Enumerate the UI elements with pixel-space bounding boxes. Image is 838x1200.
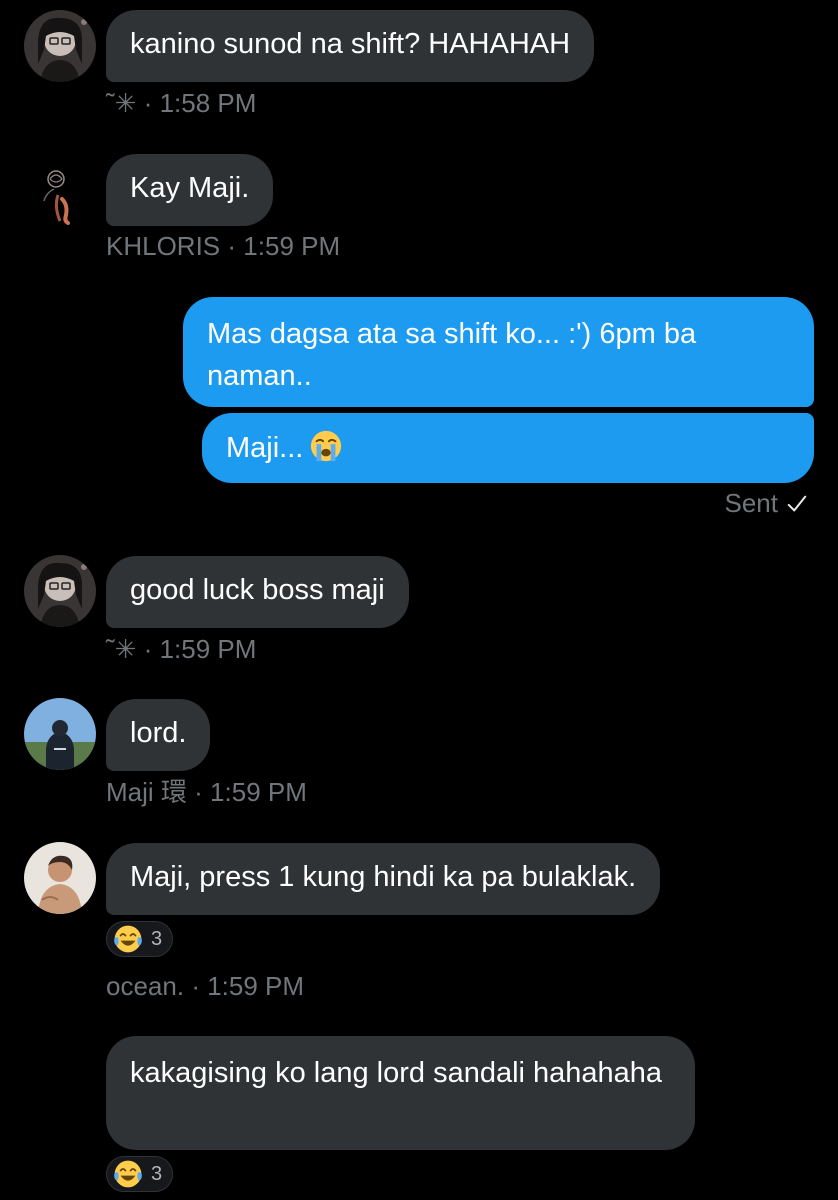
avatar-anime-icon [24,10,96,82]
message-meta: ˜✳ · 1:58 PM [106,88,256,118]
avatar-sender-4[interactable] [24,842,96,914]
message-text: good luck boss maji [130,574,385,606]
message-text: Kay Maji. [130,172,250,204]
reaction-chip[interactable]: 3 [106,921,174,957]
message-bubble[interactable]: good luck boss maji [106,556,409,628]
message-time: 1:59 PM [210,777,307,807]
avatar-sender-2[interactable] [24,155,96,227]
avatar-sender-1[interactable] [24,555,96,627]
reaction-chip[interactable]: 3 [106,1156,174,1192]
message-bubble[interactable]: Maji, press 1 kung hindi ka pa bulaklak. [106,843,661,915]
message-bubble[interactable]: kanino sunod na shift? HAHAHAH [106,10,595,82]
message-time: 1:59 PM [159,634,257,664]
avatar-sender-3[interactable] [24,698,96,770]
outgoing-message-bubble[interactable]: Maji... [202,413,814,483]
sender-name: ˜✳ [106,88,137,118]
loudly-crying-face-icon [309,429,343,463]
face-with-tears-of-joy-icon [113,924,143,954]
message-text: Maji... [226,432,304,464]
separator-dot: · [194,777,203,807]
sender-name: KHLORIS [106,231,221,261]
message-time: 1:59 PM [243,231,341,261]
separator-dot: · [227,231,237,261]
separator-dot: · [191,971,200,1001]
message-time: 1:58 PM [159,88,257,118]
separator-dot: · [143,634,153,664]
message-bubble[interactable]: kakagising ko lang lord sandali hahahaha [106,1036,695,1150]
separator-dot: · [143,88,153,118]
message-text: Mas dagsa ata sa shift ko... :') 6pm ba … [207,318,697,392]
avatar-rose-icon [24,155,96,227]
face-with-tears-of-joy-icon [113,1159,143,1189]
sender-name: ˜✳ [106,634,137,664]
avatar-person-icon [24,842,96,914]
sent-status: Sent [725,488,809,519]
outgoing-message-bubble[interactable]: Mas dagsa ata sa shift ko... :') 6pm ba … [183,297,814,407]
sender-name: Maji 環 [106,777,187,807]
message-time: 1:59 PM [207,971,305,1001]
avatar-anime-icon [24,555,96,627]
message-meta: ˜✳ · 1:59 PM [106,634,256,664]
sender-name: ocean. [106,971,185,1001]
message-text: kanino sunod na shift? HAHAHAH [130,28,571,60]
avatar-landscape-icon [24,698,96,770]
message-text: lord. [130,717,187,749]
checkmark-icon [786,493,808,515]
reaction-count: 3 [151,927,163,950]
message-text: Maji, press 1 kung hindi ka pa bulaklak. [130,861,637,893]
avatar-sender-1[interactable] [24,10,96,82]
message-meta: ocean. · 1:59 PM [106,971,304,1001]
message-bubble[interactable]: Kay Maji. [106,154,274,226]
message-meta: KHLORIS · 1:59 PM [106,231,340,261]
message-meta: Maji 環 · 1:59 PM [106,777,307,807]
reaction-count: 3 [151,1162,163,1185]
sent-label: Sent [724,488,779,518]
message-text: kakagising ko lang lord sandali hahahaha [130,1057,663,1089]
message-bubble[interactable]: lord. [106,699,211,771]
